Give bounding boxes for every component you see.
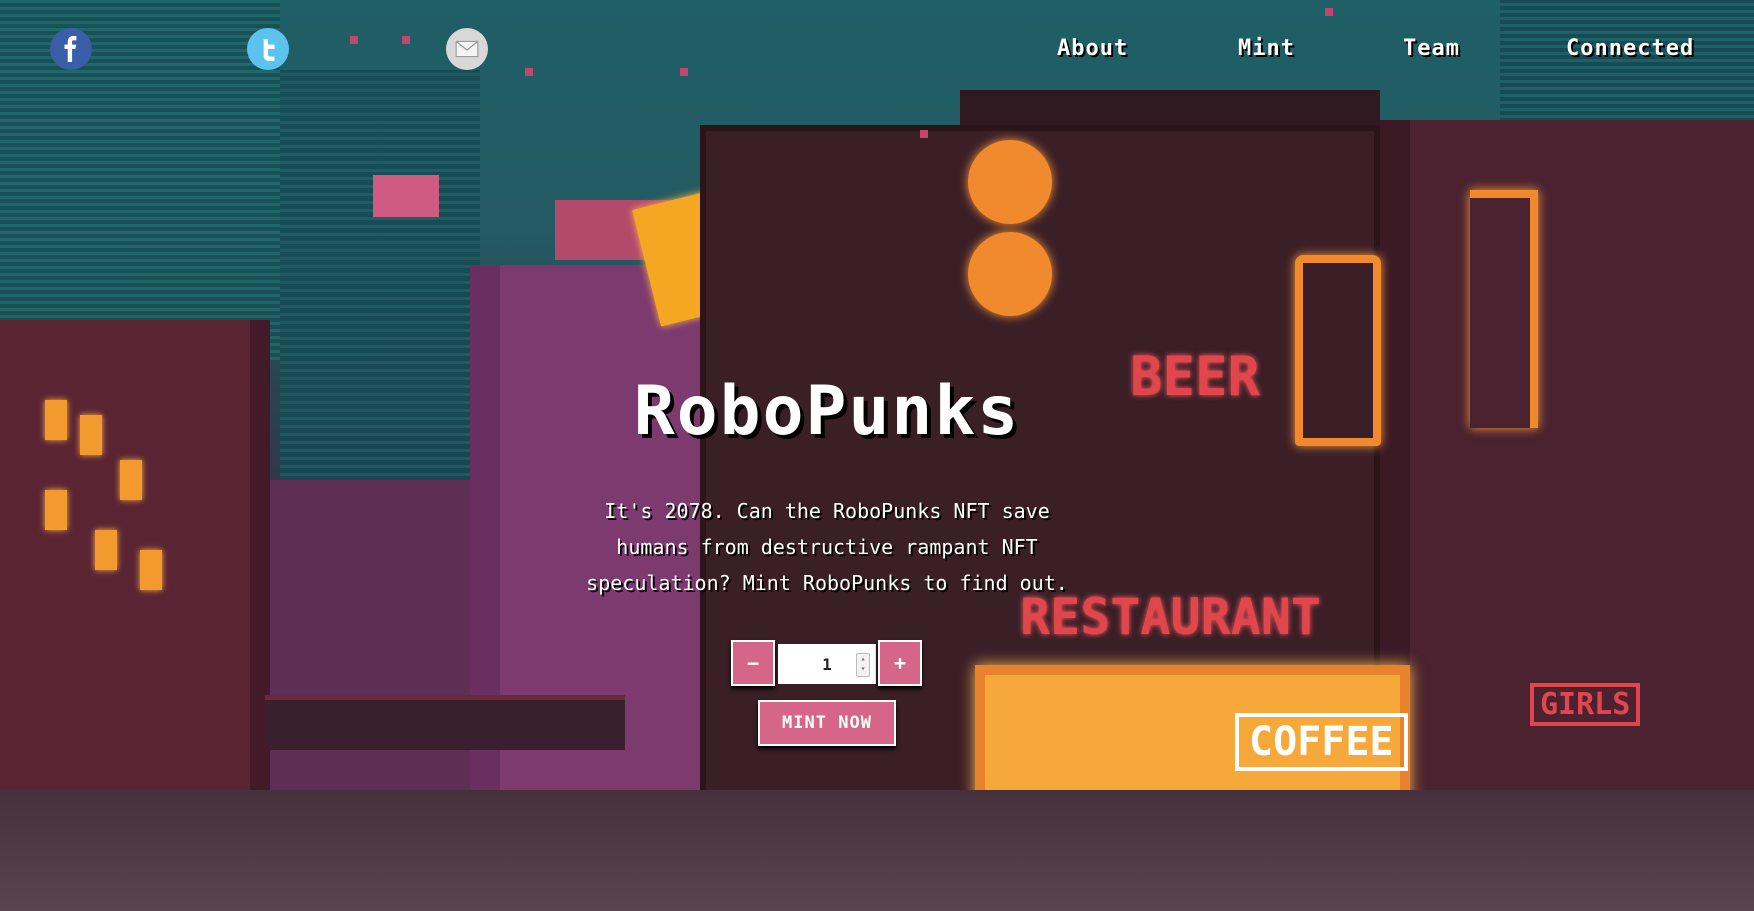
background-building bbox=[1380, 120, 1754, 840]
hero-description: It's 2078. Can the RoboPunks NFT save hu… bbox=[586, 499, 1068, 595]
mint-now-button[interactable]: MINT NOW bbox=[758, 700, 896, 746]
background-sign bbox=[373, 175, 439, 217]
nav-connected[interactable]: Connected bbox=[1566, 36, 1694, 61]
hero-title: RoboPunks bbox=[633, 372, 1021, 451]
background-star bbox=[350, 36, 358, 44]
facebook-button[interactable] bbox=[50, 28, 92, 70]
background-star bbox=[680, 68, 688, 76]
background-star bbox=[1325, 8, 1333, 16]
nav-mint[interactable]: Mint bbox=[1238, 36, 1295, 61]
decrement-button[interactable]: − bbox=[731, 640, 775, 686]
email-button[interactable] bbox=[446, 28, 488, 70]
background-star bbox=[402, 36, 410, 44]
nav-about[interactable]: About bbox=[1057, 36, 1128, 61]
background-star bbox=[920, 130, 928, 138]
email-icon bbox=[455, 40, 479, 58]
page: BEER RESTAURANT COFFEE GIRLS About Mint … bbox=[0, 0, 1754, 911]
quantity-value: 1 bbox=[822, 654, 832, 674]
facebook-icon bbox=[64, 36, 77, 62]
girls-sign: GIRLS bbox=[1530, 683, 1641, 726]
background-bridge bbox=[265, 695, 625, 750]
background-tower bbox=[280, 70, 480, 540]
background-lantern bbox=[968, 140, 1052, 224]
quantity-input[interactable]: 1 ▴ ▾ bbox=[778, 644, 876, 684]
quantity-spinner-icon[interactable]: ▴ ▾ bbox=[856, 653, 870, 677]
coffee-sign: COFFEE bbox=[1235, 713, 1408, 771]
background-tower bbox=[0, 0, 280, 360]
background-road bbox=[0, 790, 1754, 911]
background-lantern bbox=[968, 232, 1052, 316]
increment-button[interactable]: + bbox=[878, 640, 922, 686]
twitter-button[interactable] bbox=[247, 28, 289, 70]
twitter-icon bbox=[263, 39, 275, 61]
nav-team[interactable]: Team bbox=[1403, 36, 1460, 61]
background-star bbox=[525, 68, 533, 76]
